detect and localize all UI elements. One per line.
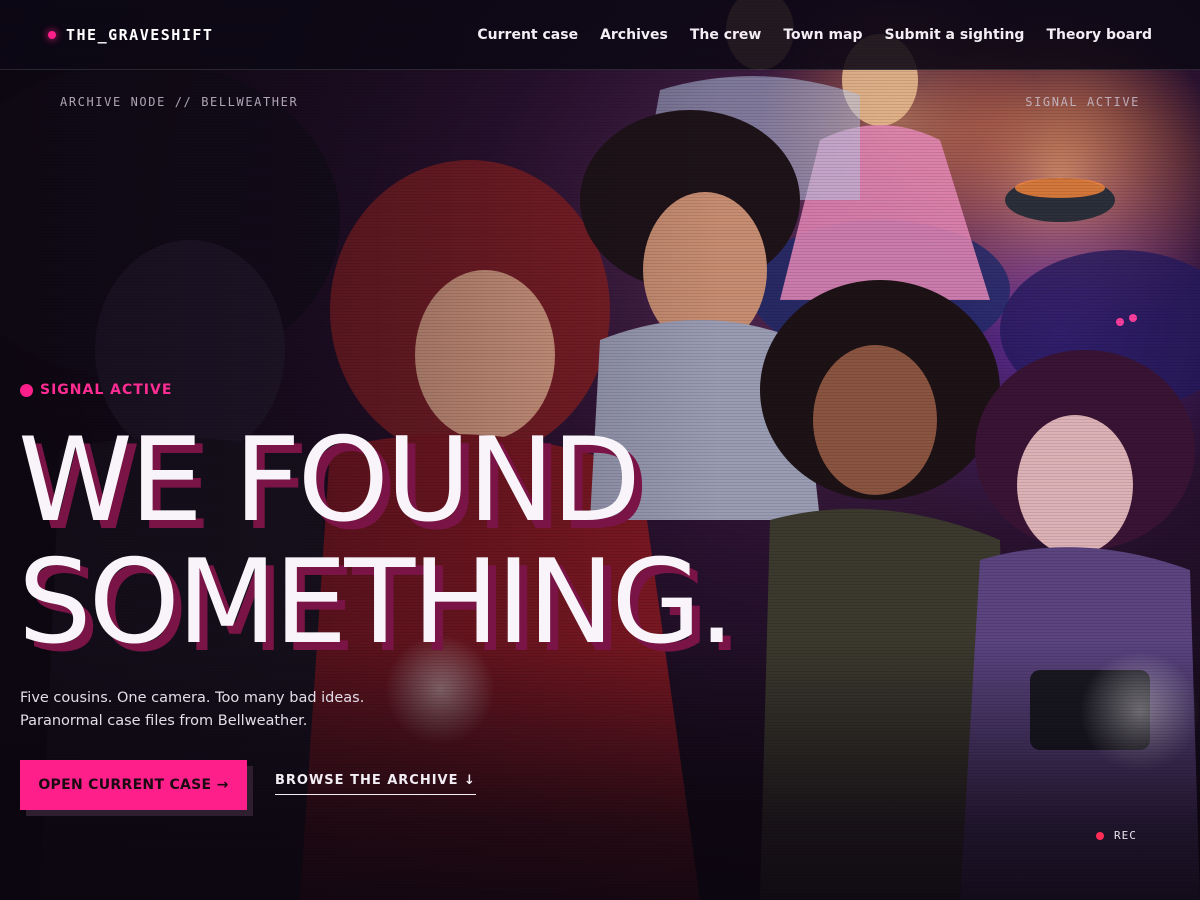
signal-status-label: SIGNAL ACTIVE [1025,95,1140,109]
rec-label: REC [1114,829,1137,842]
nav-link-theory-board[interactable]: Theory board [1046,27,1152,43]
top-navbar: THE_GRAVESHIFT Current case Archives The… [0,0,1200,70]
hero-subtext: Five cousins. One camera. Too many bad i… [20,687,440,733]
open-current-case-button[interactable]: OPEN CURRENT CASE → [20,760,247,810]
brand-dot-icon [48,30,56,39]
brand-logo[interactable]: THE_GRAVESHIFT [48,26,213,44]
nav-link-current-case[interactable]: Current case [477,27,578,43]
rec-dot-icon [1096,831,1104,840]
recording-indicator: REC [1096,829,1137,842]
nav-link-submit-sighting[interactable]: Submit a sighting [885,27,1025,43]
nav-link-the-crew[interactable]: The crew [690,27,762,43]
archive-node-label: ARCHIVE NODE // BELLWEATHER [60,95,299,109]
nav-link-archives[interactable]: Archives [600,27,668,43]
signal-dot-icon [20,383,33,397]
hero-headline: WE FOUND SOMETHING. [18,420,918,664]
hero-subtext-line-2: Paranormal case files from Bellweather. [20,713,308,729]
nav-link-town-map[interactable]: Town map [783,27,862,43]
signal-eyebrow-text: SIGNAL ACTIVE [40,382,173,398]
hero-subtext-line-1: Five cousins. One camera. Too many bad i… [20,690,365,706]
brand-name: THE_GRAVESHIFT [66,25,214,44]
hero-headline-line-2: SOMETHING. [18,535,735,670]
hero-headline-line-1: WE FOUND [18,413,641,548]
main-nav: Current case Archives The crew Town map … [477,27,1152,43]
browse-archive-link[interactable]: BROWSE THE ARCHIVE ↓ [275,773,476,795]
signal-eyebrow: SIGNAL ACTIVE [20,382,172,398]
